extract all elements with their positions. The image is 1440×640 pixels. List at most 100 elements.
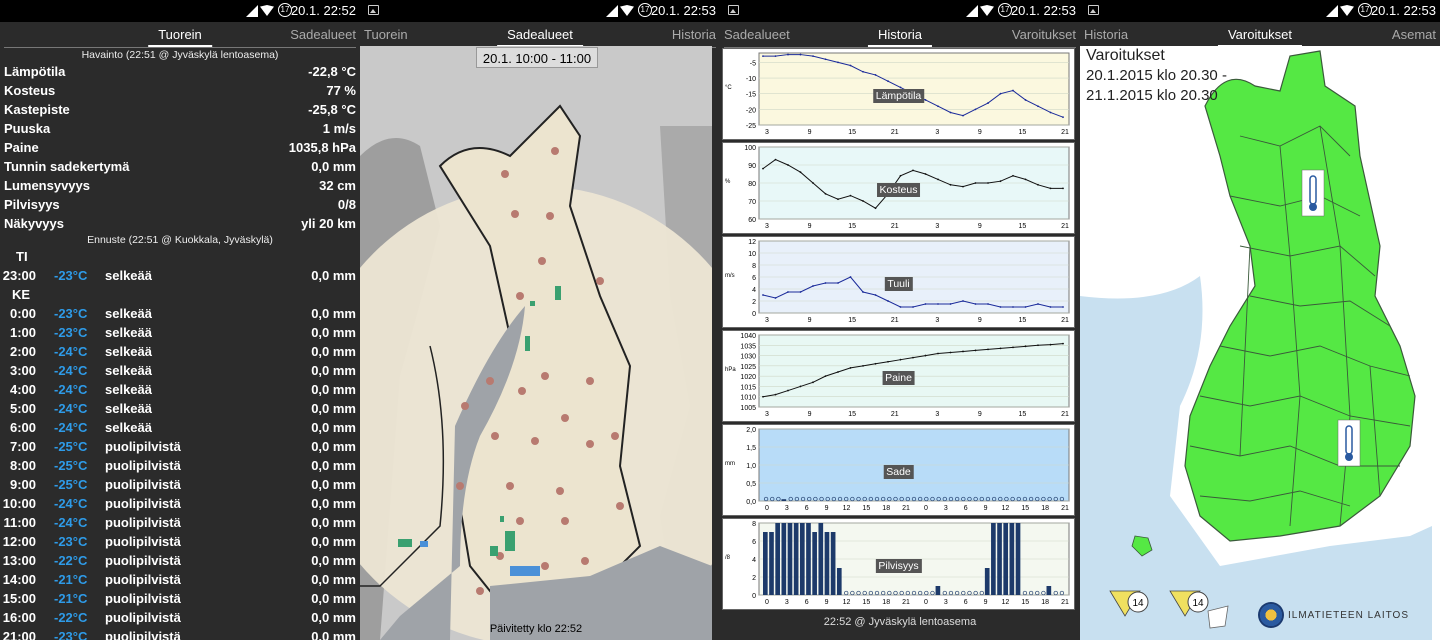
x-tick-label: 3 [935, 129, 939, 136]
history-chart: 12 10 8 6 4 2 0 m/s 3 9 15 21 3 9 15 21 Tuuli [722, 236, 1075, 328]
tab-sadealueet[interactable]: Sadealueet [724, 27, 790, 42]
data-point [912, 169, 914, 172]
forecast-row: 15:00 -21°C puolipilvistä 0,0 mm [0, 589, 360, 608]
bar [812, 532, 817, 595]
forecast-row: 5:00 -24°C selkeää 0,0 mm [0, 399, 360, 418]
x-tick-label: 15 [1019, 317, 1027, 324]
observation-value: yli 20 km [301, 216, 356, 231]
observation-row: Tunnin sadekertymä 0,0 mm [0, 157, 360, 176]
tab-varoitukset[interactable]: Varoitukset [1012, 27, 1076, 42]
x-tick-label: 9 [978, 411, 982, 418]
observation-label: Tunnin sadekertymä [4, 159, 130, 174]
data-point [1024, 178, 1027, 181]
day-label-ke: KE [12, 287, 31, 302]
radar-map-graphic [360, 46, 712, 640]
forecast-rain: 0,0 mm [311, 306, 356, 321]
forecast-rain: 0,0 mm [311, 344, 356, 359]
data-point [774, 55, 777, 58]
data-point [1037, 183, 1039, 186]
signal-icon [1326, 5, 1338, 17]
tab-sadealueet[interactable]: Sadealueet [290, 27, 356, 42]
forecast-row: 1:00 -23°C selkeää 0,0 mm [0, 323, 360, 342]
data-point [887, 80, 889, 83]
data-point [799, 291, 802, 293]
tab-historia[interactable]: Historia [1084, 27, 1128, 42]
weather-content[interactable]: Havainto (22:51 @ Jyväskylä lentoasema) … [0, 48, 360, 640]
observation-row: Kosteus 77 % [0, 81, 360, 100]
tab-sadealueet[interactable]: Sadealueet [497, 27, 583, 47]
forecast-rain: 0,0 mm [311, 325, 356, 340]
y-tick-label: 90 [748, 163, 756, 170]
wifi-icon [260, 5, 274, 16]
forecast-rain: 0,0 mm [311, 458, 356, 473]
data-point [787, 291, 789, 293]
x-tick-label: 15 [862, 599, 870, 606]
data-point [1024, 345, 1027, 348]
history-chart: 100 90 80 70 60% 3 9 15 21 3 9 15 21 Kosteus [722, 142, 1075, 234]
warning-map[interactable]: 14 14 Varoitukset 20.1.2015 klo 20.30 - … [1080, 46, 1440, 640]
y-axis-label: m/s [725, 273, 735, 279]
tab-asemat[interactable]: Asemat [1392, 27, 1436, 42]
tab-historia[interactable]: Historia [672, 27, 716, 42]
forecast-row: 8:00 -25°C puolipilvistä 0,0 mm [0, 456, 360, 475]
observation-row: Lumensyvyys 32 cm [0, 176, 360, 195]
forecast-temp: -24°C [54, 420, 88, 435]
status-bar: 17 20.1. 22:53 [720, 0, 1080, 22]
tab-bar: Tuorein Sadealueet [0, 22, 360, 48]
data-point [999, 92, 1002, 95]
status-bar: 17 20.1. 22:53 [360, 0, 720, 22]
forecast-temp: -23°C [54, 325, 88, 340]
y-tick-label: 1035 [740, 343, 756, 350]
signal-icon [966, 5, 978, 17]
forecast-time: 15:00 [2, 591, 36, 606]
forecast-rain: 0,0 mm [311, 420, 356, 435]
forecast-temp: -23°C [54, 268, 88, 283]
alarm-icon: 17 [638, 3, 652, 17]
alarm-icon: 17 [1358, 3, 1372, 17]
y-tick-label: 8 [752, 263, 756, 270]
chart-title: Tuuli [884, 277, 913, 291]
tab-tuorein[interactable]: Tuorein [364, 27, 408, 42]
chart-title: Kosteus [876, 183, 921, 197]
y-tick-label: 1015 [740, 384, 756, 391]
thermometer-warning-icon [1337, 419, 1361, 467]
x-tick-label: 3 [944, 599, 948, 606]
x-tick-label: 6 [964, 599, 968, 606]
observation-label: Lumensyvyys [4, 178, 90, 193]
tab-tuorein[interactable]: Tuorein [148, 27, 212, 47]
y-tick-label: 0 [752, 593, 756, 600]
forecast-row: 13:00 -22°C puolipilvistä 0,0 mm [0, 551, 360, 570]
data-point [1037, 344, 1039, 347]
tab-historia[interactable]: Historia [867, 27, 933, 47]
data-point [962, 185, 964, 188]
forecast-temp: -24°C [54, 363, 88, 378]
bar [1015, 523, 1021, 595]
forecast-rain: 0,0 mm [311, 401, 356, 416]
bar [1046, 586, 1052, 595]
x-tick-label: 3 [785, 505, 789, 512]
wifi-icon [980, 5, 994, 16]
data-point [1049, 343, 1052, 346]
forecast-row: 4:00 -24°C selkeää 0,0 mm [0, 380, 360, 399]
radar-map[interactable]: 20.1. 10:00 - 11:00 Päivitetty klo 22:52 [360, 46, 712, 640]
data-point [862, 364, 864, 367]
forecast-row: 10:00 -24°C puolipilvistä 0,0 mm [0, 494, 360, 513]
data-point [937, 105, 939, 108]
history-charts[interactable]: -5 -10 -15 -20 -25 °C 3 9 15 21 3 9 15 21 Lämpötila 100… [722, 48, 1075, 612]
y-tick-label: 4 [752, 287, 756, 294]
data-point [912, 356, 914, 359]
y-tick-label: -5 [750, 60, 756, 67]
image-icon [368, 5, 379, 15]
y-tick-label: 60 [748, 217, 756, 224]
thermometer-warning-icon [1301, 169, 1325, 217]
forecast-condition: puolipilvistä [105, 439, 181, 454]
data-point [812, 55, 814, 58]
data-point [924, 303, 927, 305]
x-tick-label: 6 [805, 599, 809, 606]
y-tick-label: -10 [746, 76, 756, 83]
y-tick-label: 0,5 [746, 481, 756, 488]
tab-varoitukset[interactable]: Varoitukset [1217, 27, 1303, 47]
bar [799, 523, 805, 595]
x-tick-label: 15 [862, 505, 870, 512]
bar [793, 523, 799, 595]
